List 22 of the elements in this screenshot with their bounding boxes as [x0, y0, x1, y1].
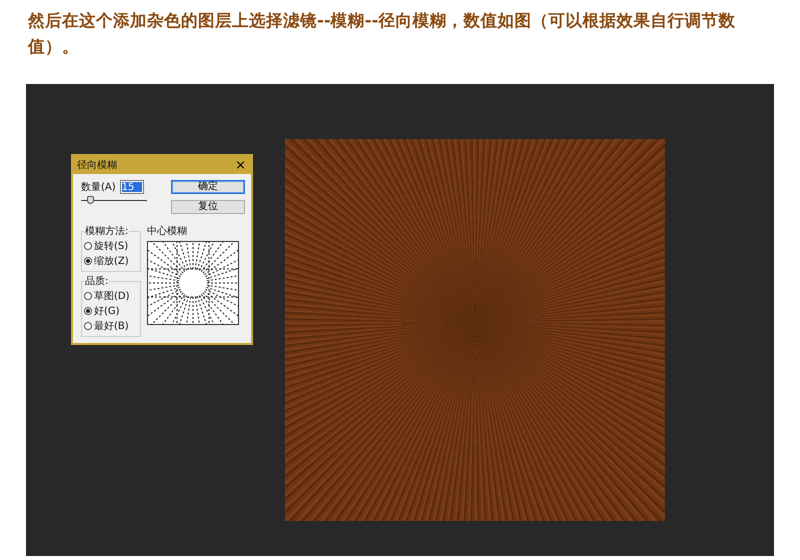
radio-button[interactable]	[84, 307, 92, 315]
radio-button[interactable]	[84, 292, 92, 300]
center-label: 中心模糊	[147, 224, 188, 238]
radio-label[interactable]: 旋转(S)	[94, 239, 128, 253]
slider-thumb[interactable]	[86, 196, 94, 204]
dialog-button[interactable]: 确定	[171, 180, 245, 194]
dialog-title: 径向模糊	[77, 158, 117, 172]
amount-input[interactable]: 15	[120, 180, 144, 194]
instruction-text: 然后在这个添加杂色的图层上选择滤镜--模糊--径向模糊，数值如图（可以根据效果自行调节数值）。	[26, 10, 736, 58]
amount-label: 数量(A)	[81, 181, 116, 194]
close-button[interactable]: ×	[232, 158, 249, 172]
radio-button[interactable]	[84, 242, 92, 250]
center-preview-drawing[interactable]	[147, 241, 239, 325]
group-label: 模糊方法:	[84, 224, 130, 238]
radio-label[interactable]: 最好(B)	[94, 319, 129, 333]
dialog-button[interactable]: 复位	[171, 200, 245, 214]
radio-button[interactable]	[84, 257, 92, 265]
radio-label[interactable]: 好(G)	[94, 304, 120, 318]
radio-label[interactable]: 草图(D)	[94, 289, 130, 303]
group-label: 品质:	[84, 274, 110, 288]
radio-button[interactable]	[84, 322, 92, 330]
radio-label[interactable]: 缩放(Z)	[94, 254, 129, 268]
